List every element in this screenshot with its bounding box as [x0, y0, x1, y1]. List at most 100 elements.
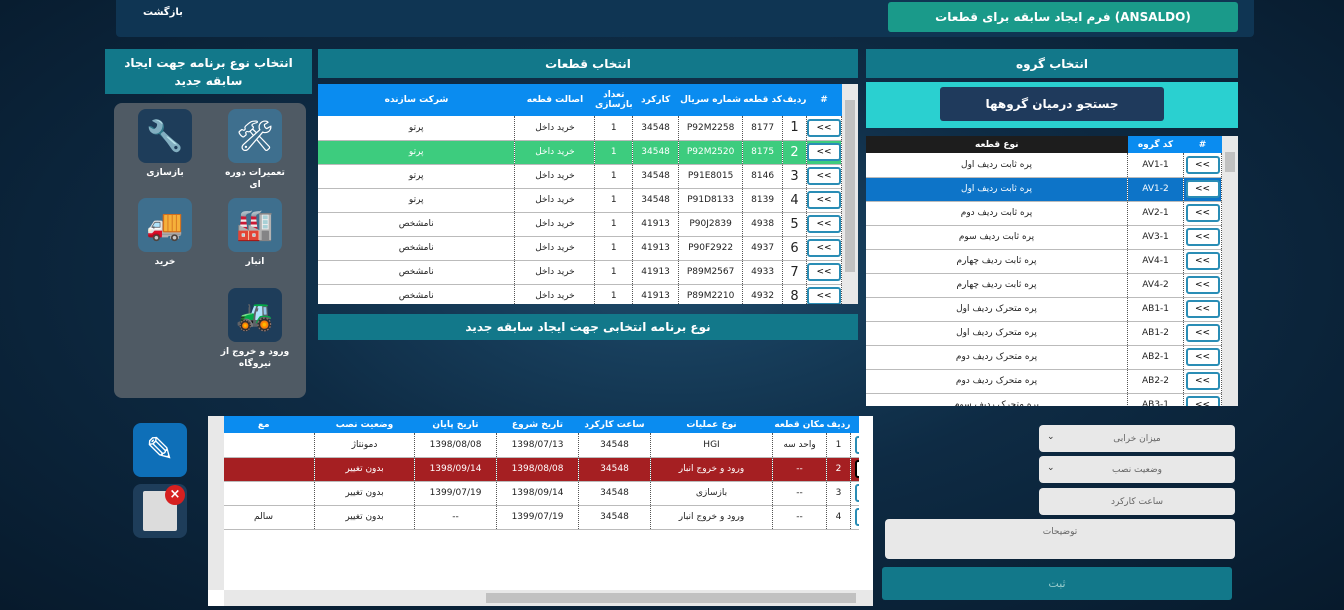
select-part-button[interactable]: >> — [806, 212, 842, 237]
part-origin: خرید داخل — [514, 188, 596, 213]
select-history-cell[interactable]: >> — [850, 505, 859, 530]
damage-select[interactable]: ⌄ میزان خرابی — [1039, 425, 1235, 452]
install-status-select[interactable]: ⌄ وضعیت نصب — [1039, 456, 1235, 483]
edit-icon[interactable]: ✎ — [133, 423, 187, 477]
history-hscrollbar[interactable] — [224, 590, 873, 606]
select-group-button[interactable]: >> — [1185, 276, 1220, 294]
select-part-button[interactable]: >> — [806, 260, 842, 285]
select-history-button[interactable]: >> — [854, 460, 859, 478]
table-row[interactable]: >> 4 8139 P91D8133 34548 1 خرید داخل پرتو — [318, 188, 842, 213]
select-history-cell[interactable]: >> — [850, 433, 859, 458]
table-row[interactable]: >> AB1-1 پره متحرک ردیف اول — [866, 297, 1222, 322]
table-row[interactable]: >> AB1-2 پره متحرک ردیف اول — [866, 321, 1222, 346]
select-group-button[interactable]: >> — [1185, 300, 1220, 318]
select-group-cell[interactable]: >> — [1183, 321, 1222, 346]
install-status: بدون تغییر — [314, 481, 415, 506]
usage-value: 34548 — [632, 164, 680, 189]
select-group-cell[interactable]: >> — [1183, 201, 1222, 226]
parts-scrollbar[interactable] — [842, 84, 858, 304]
select-group-button[interactable]: >> — [1185, 396, 1220, 406]
select-group-cell[interactable]: >> — [1183, 249, 1222, 274]
table-row[interactable]: >> 2 8175 P92M2520 34548 1 خرید داخل پرتو — [318, 140, 842, 165]
select-group-button[interactable]: >> — [1185, 372, 1220, 390]
select-part-button[interactable]: >> — [806, 236, 842, 261]
part-type: پره ثابت ردیف سوم — [866, 225, 1128, 250]
col-operation: نوع عملیات — [650, 416, 773, 433]
table-row[interactable]: >>2--ورود و خروج انبار345481398/08/08139… — [213, 457, 859, 482]
select-group-button[interactable]: >> — [1185, 204, 1220, 222]
group-search-button[interactable]: جستجو درمیان گروهها — [940, 87, 1164, 121]
select-history-button[interactable]: >> — [854, 484, 859, 502]
select-group-button[interactable]: >> — [1185, 180, 1220, 198]
table-row[interactable]: >> AV4-1 پره ثابت ردیف چهارم — [866, 249, 1222, 274]
select-group-button[interactable]: >> — [1185, 228, 1220, 246]
table-row[interactable]: >> AV1-1 پره ثابت ردیف اول — [866, 153, 1222, 178]
select-part-button[interactable]: >> — [806, 140, 842, 165]
select-group-button[interactable]: >> — [1185, 252, 1220, 270]
select-group-cell[interactable]: >> — [1183, 393, 1222, 406]
select-part-button[interactable]: >> — [806, 284, 842, 304]
table-row[interactable]: >> AV3-1 پره ثابت ردیف سوم — [866, 225, 1222, 250]
select-part-button[interactable]: >> — [806, 164, 842, 189]
table-row[interactable]: >> 7 4933 P89M2567 41913 1 خرید داخل نامشخص — [318, 260, 842, 285]
hours-input[interactable]: ساعت کارکرد — [1039, 488, 1235, 515]
select-group-cell[interactable]: >> — [1183, 177, 1222, 202]
table-row[interactable]: >> AB2-1 پره متحرک ردیف دوم — [866, 345, 1222, 370]
select-group-button[interactable]: >> — [1185, 155, 1220, 174]
select-group-cell[interactable]: >> — [1183, 225, 1222, 250]
delete-icon[interactable]: × — [133, 484, 187, 538]
history-vscrollbar[interactable] — [208, 416, 224, 590]
select-part-button[interactable]: >> — [807, 167, 841, 185]
back-button[interactable]: بازگشت — [143, 7, 183, 18]
tile-rebuild[interactable]: 🔧 بازسازی — [130, 109, 200, 179]
submit-button[interactable]: ثبت — [882, 567, 1232, 600]
tile-warehouse[interactable]: 🏭 انبار — [220, 198, 290, 268]
group-code: AV4-2 — [1127, 273, 1184, 298]
table-row[interactable]: >>4--ورود و خروج انبار345481399/07/19--ب… — [213, 505, 859, 530]
select-group-button[interactable]: >> — [1185, 324, 1220, 342]
select-part-button[interactable]: >> — [806, 188, 842, 213]
select-group-cell[interactable]: >> — [1183, 369, 1222, 394]
table-row[interactable]: >> 5 4938 P90J2839 41913 1 خرید داخل نامشخص — [318, 212, 842, 237]
table-row[interactable]: >> 8 4932 P89M2210 41913 1 خرید داخل نامشخص — [318, 284, 842, 304]
select-part-button[interactable]: >> — [807, 215, 841, 233]
select-group-cell[interactable]: >> — [1183, 273, 1222, 298]
select-history-button[interactable]: >> — [854, 435, 859, 454]
table-row[interactable]: >> AB2-2 پره متحرک ردیف دوم — [866, 369, 1222, 394]
select-part-button[interactable]: >> — [807, 118, 841, 137]
tile-plant-entry-exit[interactable]: 🚜 ورود و خروج از نیروگاه — [220, 288, 290, 370]
tile-periodic-repair[interactable]: 🛠 تعمیرات دوره ای — [220, 109, 290, 191]
select-part-button[interactable]: >> — [807, 239, 841, 257]
select-group-cell[interactable]: >> — [1183, 345, 1222, 370]
scroll-thumb[interactable] — [845, 100, 855, 272]
col-end-date: تاریخ پایان — [414, 416, 497, 433]
select-history-cell[interactable]: >> — [850, 481, 859, 506]
table-row[interactable]: >> AV1-2 پره ثابت ردیف اول — [866, 177, 1222, 202]
program-panel-title: انتخاب نوع برنامه جهت ایجاد سابقه جدید — [105, 49, 312, 94]
select-part-button[interactable]: >> — [807, 191, 841, 209]
table-row[interactable]: >> 3 8146 P91E8015 34548 1 خرید داخل پرتو — [318, 164, 842, 189]
select-part-button[interactable]: >> — [806, 116, 842, 141]
table-row[interactable]: >> 6 4937 P90F2922 41913 1 خرید داخل نامشخص — [318, 236, 842, 261]
select-part-button[interactable]: >> — [807, 143, 841, 161]
table-row[interactable]: >> AV2-1 پره ثابت ردیف دوم — [866, 201, 1222, 226]
scroll-thumb[interactable] — [1225, 152, 1235, 172]
select-part-button[interactable]: >> — [807, 287, 841, 304]
select-group-cell[interactable]: >> — [1183, 153, 1222, 178]
select-part-button[interactable]: >> — [807, 263, 841, 281]
table-row[interactable]: >>1واحد سهHGI345481398/07/131398/08/08دم… — [213, 433, 859, 458]
table-row[interactable]: >>3--بازسازی345481398/09/141399/07/19بدو… — [213, 481, 859, 506]
tile-purchase[interactable]: 🚚 خرید — [130, 198, 200, 268]
groups-scrollbar[interactable] — [1222, 136, 1238, 406]
select-history-cell[interactable]: >> — [850, 457, 859, 482]
scroll-thumb[interactable] — [486, 593, 856, 603]
table-row[interactable]: >> AV4-2 پره ثابت ردیف چهارم — [866, 273, 1222, 298]
select-group-button[interactable]: >> — [1185, 348, 1220, 366]
table-row[interactable]: >> 1 8177 P92M2258 34548 1 خرید داخل پرتو — [318, 116, 842, 141]
work-hours: 34548 — [578, 505, 651, 530]
selected-program-title: نوع برنامه انتخابی جهت ایجاد سابقه جدید — [318, 314, 858, 340]
notes-textarea[interactable]: توضیحات — [885, 519, 1235, 559]
table-row[interactable]: >> AB3-1 پره متحرک ردیف سوم — [866, 393, 1222, 406]
select-group-cell[interactable]: >> — [1183, 297, 1222, 322]
select-history-button[interactable]: >> — [854, 508, 859, 526]
